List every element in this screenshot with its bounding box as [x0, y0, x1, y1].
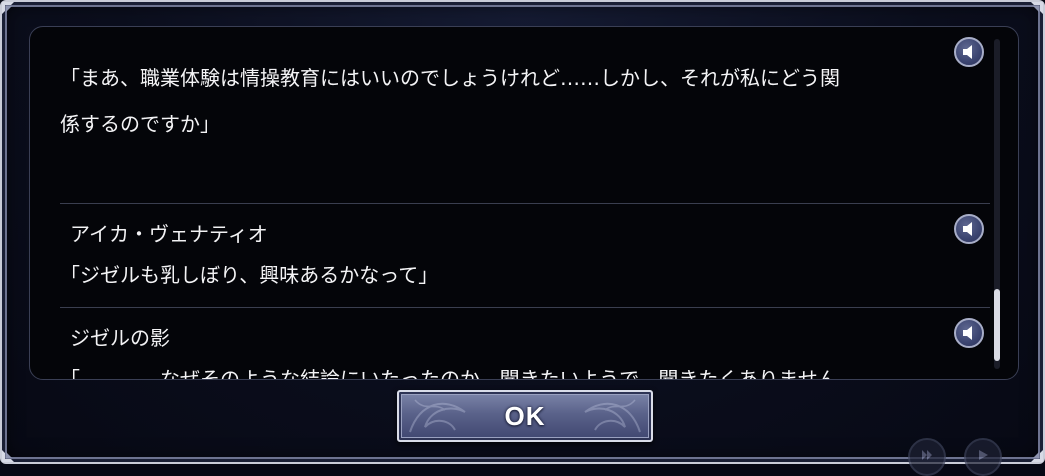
dialogue-line: 「——……なぜそのような結論にいたったのか、聞きたいようで、聞きたくありません	[60, 367, 838, 380]
voice-replay-button[interactable]	[954, 318, 984, 348]
backlog-dialog: 「まあ、職業体験は情操教育にはいいのでしょうけれど……しかし、それが私にどう関 …	[0, 0, 1045, 464]
skip-icon	[922, 450, 932, 460]
log-entry: アイカ・ヴェナティオ 「ジゼルも乳しぼり、興味あるかなって」	[60, 204, 990, 308]
speaker-icon	[963, 222, 972, 236]
speaker-icon	[963, 45, 972, 59]
speaker-icon	[963, 326, 972, 340]
dialogue-line: 「まあ、職業体験は情操教育にはいいのでしょうけれど……しかし、それが私にどう関	[60, 66, 840, 90]
voice-replay-button[interactable]	[954, 214, 984, 244]
corner-ornament-icon	[1023, 0, 1045, 22]
speaker-name: アイカ・ヴェナティオ	[70, 222, 268, 246]
backlog-list: 「まあ、職業体験は情操教育にはいいのでしょうけれど……しかし、それが私にどう関 …	[60, 27, 990, 380]
corner-ornament-icon	[0, 442, 22, 464]
ok-label: OK	[504, 400, 546, 431]
dialogue-line: 「ジゼルも乳しぼり、興味あるかなって」	[60, 263, 439, 287]
background-control-button	[964, 438, 1002, 476]
log-entry: ジゼルの影 「——……なぜそのような結論にいたったのか、聞きたいようで、聞きたく…	[60, 308, 990, 380]
ornament-swirl-icon	[409, 399, 466, 433]
ok-button[interactable]: OK	[397, 390, 653, 442]
background-control-button	[908, 438, 946, 476]
corner-ornament-icon	[1023, 442, 1045, 464]
play-icon	[979, 450, 988, 460]
scrollbar-thumb[interactable]	[994, 289, 1000, 361]
speaker-name: ジゼルの影	[70, 326, 170, 350]
log-entry: 「まあ、職業体験は情操教育にはいいのでしょうけれど……しかし、それが私にどう関 …	[60, 37, 990, 204]
backlog-panel[interactable]: 「まあ、職業体験は情操教育にはいいのでしょうけれど……しかし、それが私にどう関 …	[29, 26, 1019, 380]
ornament-swirl-icon	[584, 399, 641, 433]
voice-replay-button[interactable]	[954, 37, 984, 67]
scrollbar-track[interactable]	[994, 39, 1000, 369]
dialogue-line: 係するのですか」	[60, 112, 220, 136]
corner-ornament-icon	[0, 0, 22, 22]
